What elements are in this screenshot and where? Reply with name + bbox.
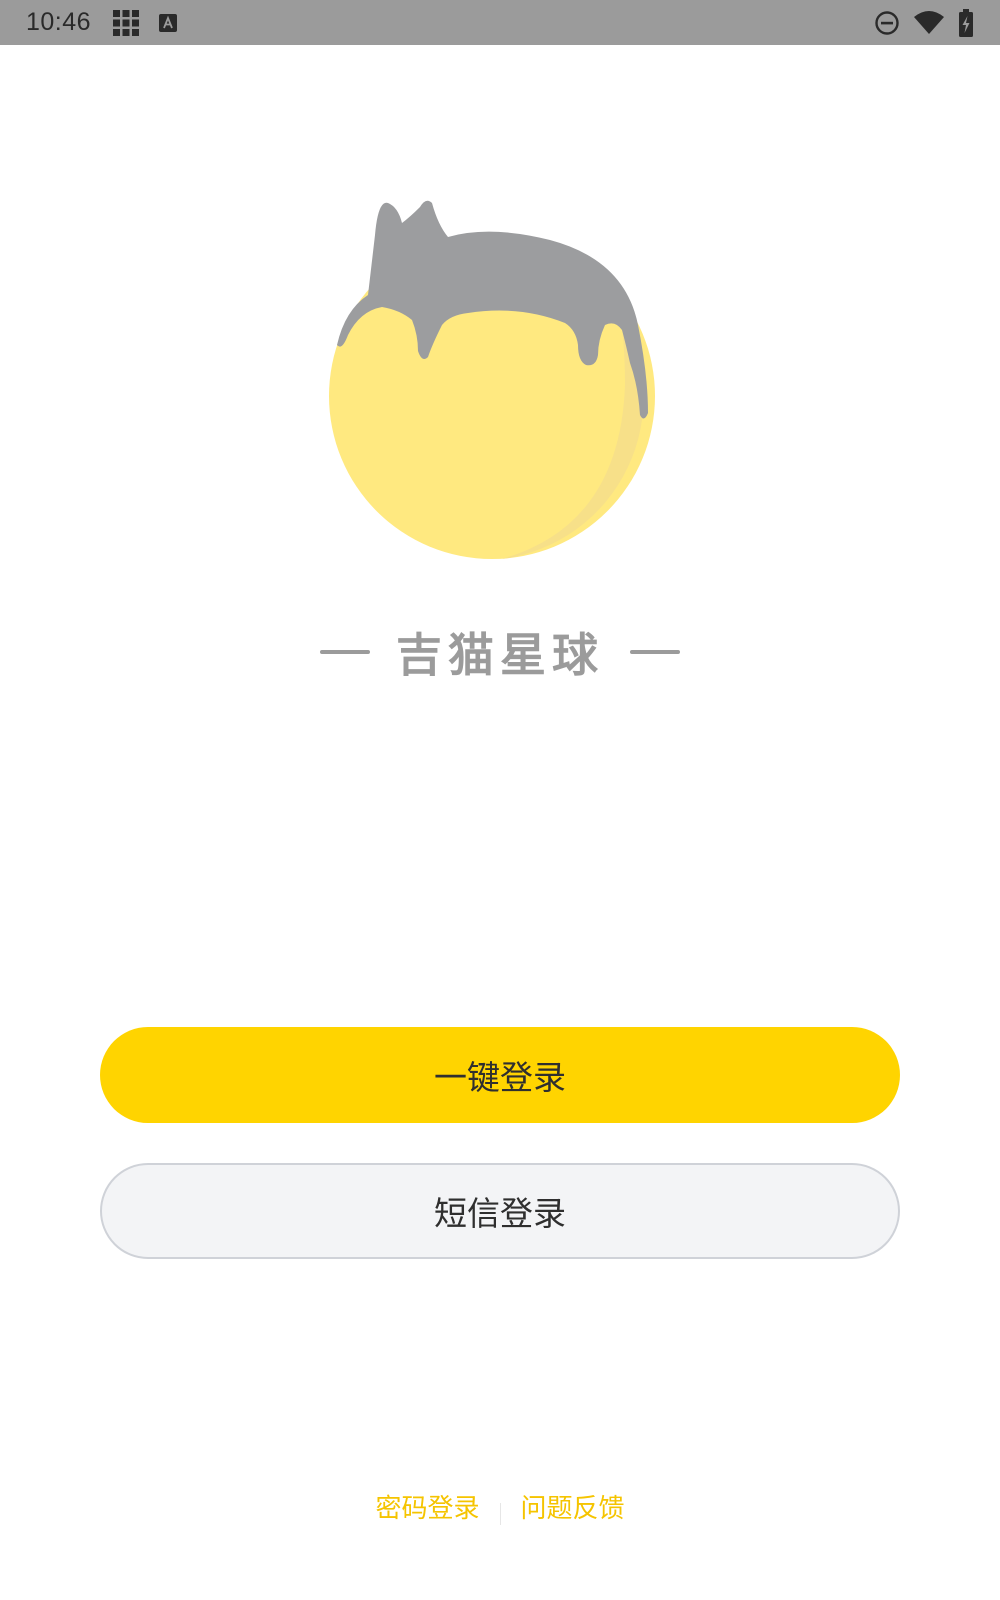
status-time: 10:46: [26, 8, 92, 36]
bottom-links: 密码登录 问题反馈: [0, 1484, 1000, 1528]
status-right-icons: [874, 8, 974, 37]
brand-dash-left: [320, 650, 370, 654]
wifi-icon: [914, 10, 944, 35]
one-click-login-button[interactable]: 一键登录: [100, 1027, 900, 1123]
sms-login-button[interactable]: 短信登录: [100, 1163, 900, 1259]
app-logo: [320, 195, 670, 575]
brand-row: 吉猫星球: [0, 622, 1000, 682]
link-separator: [499, 1503, 501, 1525]
do-not-disturb-icon: [874, 10, 900, 36]
grid-icon: [113, 9, 140, 36]
feedback-link[interactable]: 问题反馈: [517, 1488, 629, 1525]
status-bar: 10:46: [0, 0, 1000, 45]
keyboard-a-icon: [159, 13, 178, 32]
password-login-link[interactable]: 密码登录: [371, 1488, 483, 1525]
brand-name: 吉猫星球: [396, 628, 604, 682]
brand-dash-right: [630, 650, 680, 654]
login-screen: 10:46 吉猫星球 一键登录 短信登录 密码登录 问题反馈: [0, 0, 1000, 1600]
status-left-icons: [113, 9, 178, 36]
battery-charging-icon: [958, 8, 974, 37]
